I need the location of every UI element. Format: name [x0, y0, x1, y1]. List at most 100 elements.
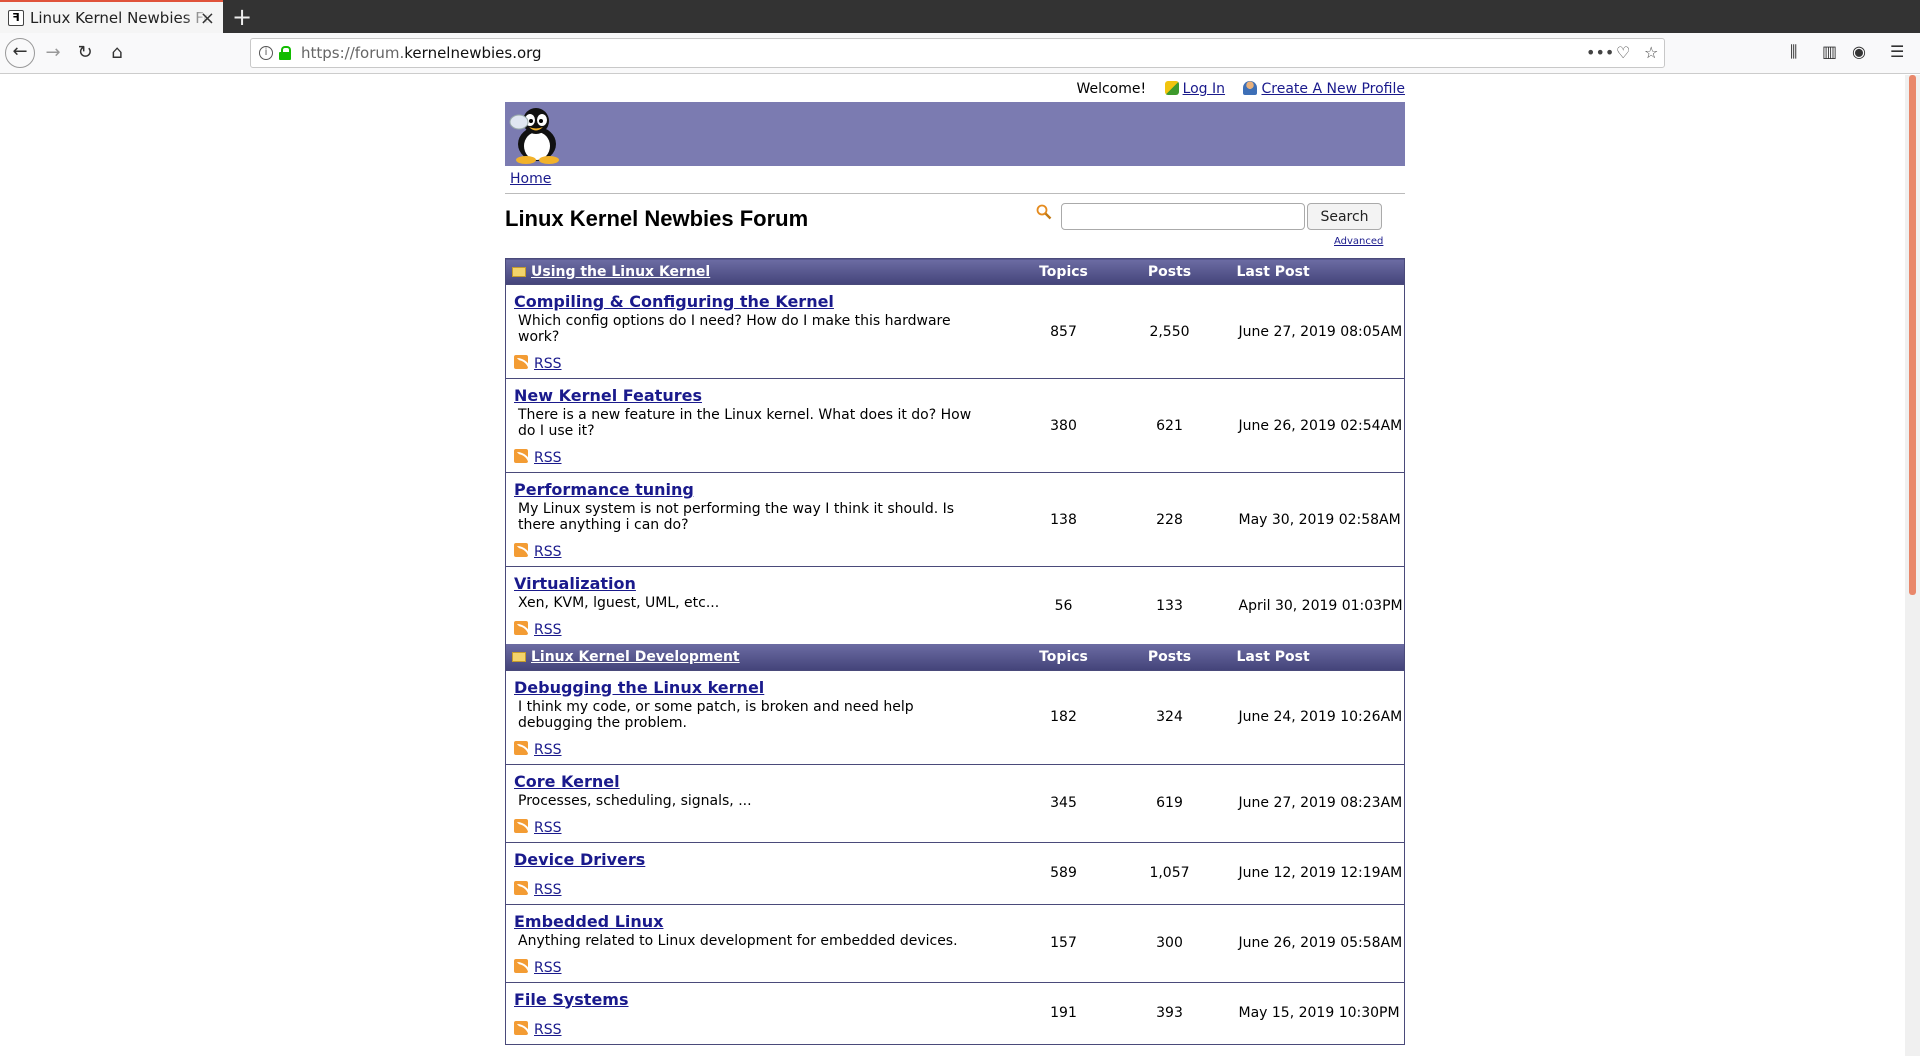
category-header-row: Using the Linux Kernel Topics Posts Last Po… — [505, 258, 1405, 285]
create-profile-link[interactable]: Create A New Profile — [1261, 81, 1405, 97]
forum-name-link[interactable]: Performance tuning — [514, 480, 694, 499]
rss-feed: RSS — [514, 449, 1003, 466]
forum-description: Xen, KVM, lguest, UML, etc... — [518, 595, 720, 611]
breadcrumb-home-link[interactable]: Home — [510, 171, 551, 187]
rss-link[interactable]: RSS — [534, 1022, 562, 1038]
rss-link[interactable]: RSS — [534, 356, 562, 372]
topics-count: 138 — [1010, 472, 1117, 567]
url-text[interactable]: https://forum.kernelnewbies.org — [301, 44, 542, 62]
forum-info-cell: Core Kernel Processes, scheduling, signal… — [505, 763, 1011, 842]
page-title: Linux Kernel Newbies Forum — [505, 206, 809, 231]
login-link[interactable]: Log In — [1183, 81, 1225, 97]
last-post-date: May 15, 2019 10:30PM — [1222, 981, 1405, 1044]
column-last-post-header: Last Post — [1222, 258, 1405, 285]
pocket-icon[interactable]: ♡ — [1616, 43, 1630, 62]
category-link[interactable]: Using the Linux Kernel — [531, 264, 710, 280]
posts-count: 619 — [1116, 763, 1223, 842]
menu-icon[interactable]: ☰ — [1890, 42, 1904, 61]
last-post-date: June 26, 2019 05:58AM — [1222, 903, 1405, 982]
rss-feed: RSS — [514, 1020, 1003, 1038]
rss-link[interactable]: RSS — [534, 622, 562, 638]
rss-link[interactable]: RSS — [534, 450, 562, 466]
forum-name-link[interactable]: New Kernel Features — [514, 386, 702, 405]
home-icon[interactable]: ⌂ — [104, 41, 130, 67]
site-banner — [505, 102, 1405, 166]
rss-icon[interactable] — [514, 958, 528, 973]
topics-count: 182 — [1010, 669, 1117, 764]
rss-link[interactable]: RSS — [534, 544, 562, 560]
back-arrow-icon[interactable]: ← — [5, 38, 35, 68]
forum-name-link[interactable]: Debugging the Linux kernel — [514, 678, 764, 697]
forum-description: Processes, scheduling, signals, ... — [518, 792, 752, 809]
topics-count: 157 — [1010, 903, 1117, 982]
rss-icon[interactable] — [514, 740, 528, 755]
forum-row: Core Kernel Processes, scheduling, signal… — [505, 763, 1405, 842]
scrollbar-thumb[interactable] — [1909, 75, 1916, 595]
forum-row: Embedded Linux Anything related to Linux … — [505, 903, 1405, 982]
close-tab-icon[interactable]: × — [200, 8, 215, 29]
column-topics-header: Topics — [1010, 644, 1117, 670]
browser-tab[interactable]: ꟻ Linux Kernel Newbies Forum × — [0, 0, 223, 33]
account-icon[interactable]: ◉ — [1852, 42, 1866, 61]
rss-link[interactable]: RSS — [534, 742, 562, 758]
forum-info-cell: Performance tuning My Linux system is not… — [505, 472, 1011, 567]
topics-count: 857 — [1010, 284, 1117, 379]
address-bar[interactable]: i https://forum.kernelnewbies.org ••• ♡ … — [250, 38, 1665, 68]
search-button[interactable]: Search — [1307, 203, 1382, 230]
forum-name-link[interactable]: Embedded Linux — [514, 912, 663, 931]
rss-icon[interactable] — [514, 621, 528, 635]
column-last-post-header: Last Post — [1222, 644, 1405, 670]
forum-name-link[interactable]: Virtualization — [514, 574, 636, 593]
site-info-icon[interactable]: i — [259, 46, 273, 60]
topics-count: 380 — [1010, 378, 1117, 473]
posts-count: 2,550 — [1116, 284, 1223, 379]
last-post-date: May 30, 2019 02:58AM — [1222, 472, 1405, 567]
rss-icon[interactable] — [514, 543, 528, 557]
welcome-text: Welcome! — [1076, 81, 1147, 97]
forum-name-link[interactable]: Compiling & Configuring the Kernel — [514, 292, 834, 311]
page-actions-icon[interactable]: ••• — [1586, 43, 1614, 62]
library-icon[interactable]: ⫼ — [1790, 42, 1797, 62]
rss-icon[interactable] — [514, 1020, 528, 1035]
new-tab-icon[interactable]: + — [232, 3, 252, 31]
page-content: Welcome! Log In Create A New Profile Hom… — [505, 75, 1405, 1045]
tab-bar: ꟻ Linux Kernel Newbies Forum × + — [0, 0, 1920, 33]
breadcrumb: Home — [505, 166, 1405, 194]
forum-name-link[interactable]: File Systems — [514, 990, 629, 1009]
posts-count: 324 — [1116, 669, 1223, 764]
forum-info-cell: Debugging the Linux kernel I think my cod… — [505, 669, 1011, 764]
bookmark-star-icon[interactable]: ☆ — [1644, 43, 1658, 62]
last-post-date: June 26, 2019 02:54AM — [1222, 378, 1405, 473]
rss-feed: RSS — [514, 958, 1003, 976]
advanced-search-link[interactable]: Advanced — [1334, 236, 1383, 247]
forum-name-link[interactable]: Core Kernel — [514, 772, 620, 791]
rss-icon[interactable] — [514, 355, 528, 369]
category-header-row: Linux Kernel Development Topics Posts Last … — [505, 644, 1405, 670]
rss-icon[interactable] — [514, 818, 528, 833]
rss-link[interactable]: RSS — [534, 960, 562, 976]
rss-link[interactable]: RSS — [534, 882, 562, 898]
rss-icon[interactable] — [514, 880, 528, 895]
column-posts-header: Posts — [1116, 644, 1223, 670]
reload-icon[interactable]: ↻ — [72, 41, 98, 67]
rss-link[interactable]: RSS — [534, 820, 562, 836]
topics-count: 191 — [1010, 981, 1117, 1044]
posts-count: 393 — [1116, 981, 1223, 1044]
scrollbar[interactable] — [1905, 75, 1920, 1056]
forum-row: File Systems RSS 191 393 May 15, 2019 10:30P… — [505, 981, 1405, 1044]
forum-name-link[interactable]: Device Drivers — [514, 850, 645, 869]
sidebar-icon[interactable]: ▥ — [1822, 42, 1837, 61]
forum-info-cell: File Systems RSS — [505, 981, 1011, 1044]
page-viewport: Welcome! Log In Create A New Profile Hom… — [0, 75, 1905, 1056]
lock-icon[interactable] — [279, 46, 291, 60]
tux-penguin-logo-icon[interactable] — [509, 104, 567, 164]
rss-feed: RSS — [514, 621, 1003, 638]
rss-icon[interactable] — [514, 449, 528, 463]
forum-info-cell: Embedded Linux Anything related to Linux … — [505, 903, 1011, 982]
forum-description: Anything related to Linux development fo… — [518, 932, 958, 949]
category-link[interactable]: Linux Kernel Development — [531, 649, 740, 665]
search-input[interactable] — [1061, 203, 1305, 230]
last-post-date: June 27, 2019 08:23AM — [1222, 763, 1405, 842]
forward-arrow-icon[interactable]: → — [40, 41, 66, 67]
last-post-date: April 30, 2019 01:03PM — [1222, 566, 1405, 644]
